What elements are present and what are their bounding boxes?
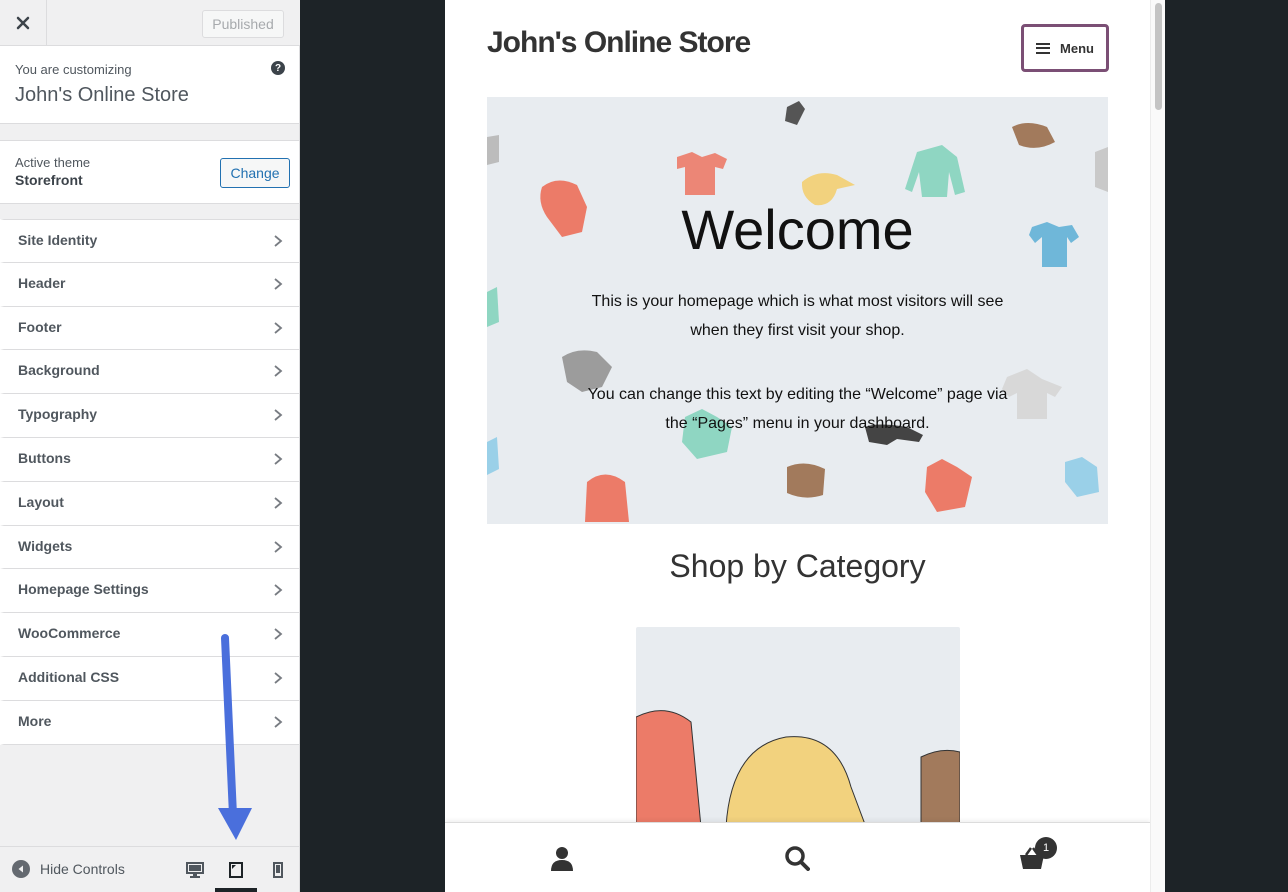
menu-button[interactable]: Menu (1021, 24, 1109, 72)
help-icon[interactable]: ? (271, 61, 285, 75)
section-label: Header (18, 274, 66, 291)
theme-name: Storefront (15, 172, 83, 188)
hats-illustration (636, 710, 960, 827)
chevron-right-icon (274, 453, 283, 465)
section-site-identity[interactable]: Site Identity (0, 219, 299, 263)
active-theme-panel: Active theme Storefront Change (0, 140, 299, 204)
site-title[interactable]: John's Online Store (487, 26, 751, 60)
section-typography[interactable]: Typography (0, 394, 299, 438)
chevron-right-icon (274, 584, 283, 597)
change-theme-button[interactable]: Change (220, 158, 290, 188)
section-label: Widgets (18, 537, 73, 554)
menu-label: Menu (1060, 40, 1094, 56)
section-label: Footer (18, 318, 62, 335)
section-label: Layout (18, 493, 64, 510)
search-icon (785, 846, 810, 871)
chevron-right-icon (274, 235, 283, 247)
customizer-header: Published (0, 0, 300, 46)
hide-controls-button[interactable]: Hide Controls (12, 860, 125, 878)
site-preview: John's Online Store Menu Welcome This is… (445, 0, 1165, 892)
chevron-right-icon (274, 497, 283, 509)
customizer-footer: Hide Controls (0, 846, 299, 892)
hero-paragraph: You can change this text by editing the … (587, 386, 1008, 432)
hero-title: Welcome (681, 198, 914, 261)
published-button[interactable]: Published (202, 10, 284, 38)
chevron-right-icon (274, 716, 283, 728)
section-label: More (18, 712, 52, 729)
chevron-right-icon (274, 409, 283, 421)
collapse-icon (12, 860, 30, 878)
desktop-preview-button[interactable] (185, 860, 205, 880)
cart-count-badge: 1 (1035, 837, 1057, 859)
section-label: Typography (18, 406, 98, 423)
section-label: Background (18, 362, 100, 379)
preview-scrollbar[interactable] (1150, 0, 1165, 892)
hide-controls-label: Hide Controls (40, 861, 125, 877)
hero-banner: Welcome This is your homepage which is w… (487, 97, 1108, 524)
section-header[interactable]: Header (0, 262, 299, 307)
section-background[interactable]: Background (0, 350, 299, 395)
mobile-preview-button[interactable] (268, 860, 288, 880)
tablet-icon (229, 862, 243, 878)
section-label: Additional CSS (18, 668, 120, 685)
search-button[interactable] (780, 841, 814, 875)
section-label: Homepage Settings (18, 581, 149, 598)
desktop-icon (186, 862, 204, 878)
user-icon (551, 847, 573, 871)
customizer-info: You are customizing John's Online Store … (0, 46, 299, 124)
scroll-thumb[interactable] (1155, 3, 1162, 110)
mobile-icon (273, 862, 283, 878)
chevron-right-icon (274, 540, 283, 553)
shop-by-category-heading: Shop by Category (669, 548, 926, 584)
close-button[interactable] (0, 0, 47, 46)
category-image[interactable] (636, 627, 960, 827)
section-widgets[interactable]: Widgets (0, 525, 299, 570)
site-name: John's Online Store (15, 84, 189, 106)
hamburger-icon (1036, 42, 1051, 54)
handheld-footer-bar: 1 (445, 822, 1150, 892)
section-footer[interactable]: Footer (0, 306, 299, 351)
annotation-arrow (218, 634, 252, 840)
customizing-label: You are customizing (15, 62, 132, 77)
active-theme-label: Active theme (15, 155, 91, 170)
selected-device-indicator (215, 888, 257, 892)
hero-paragraph: This is your homepage which is what most… (591, 293, 1004, 339)
chevron-right-icon (274, 672, 283, 684)
chevron-right-icon (274, 365, 283, 378)
section-label: Site Identity (18, 232, 98, 248)
section-layout[interactable]: Layout (0, 481, 299, 526)
account-button[interactable] (545, 841, 579, 875)
section-homepage-settings[interactable]: Homepage Settings (0, 569, 299, 614)
chevron-right-icon (274, 321, 283, 334)
close-icon (16, 16, 30, 30)
chevron-right-icon (274, 628, 283, 640)
section-label: Buttons (18, 449, 71, 466)
section-buttons[interactable]: Buttons (0, 437, 299, 482)
section-label: WooCommerce (18, 625, 121, 642)
chevron-right-icon (274, 278, 283, 290)
customizer-sidebar: Published You are customizing John's Onl… (0, 0, 300, 892)
tablet-preview-button[interactable] (226, 860, 246, 880)
